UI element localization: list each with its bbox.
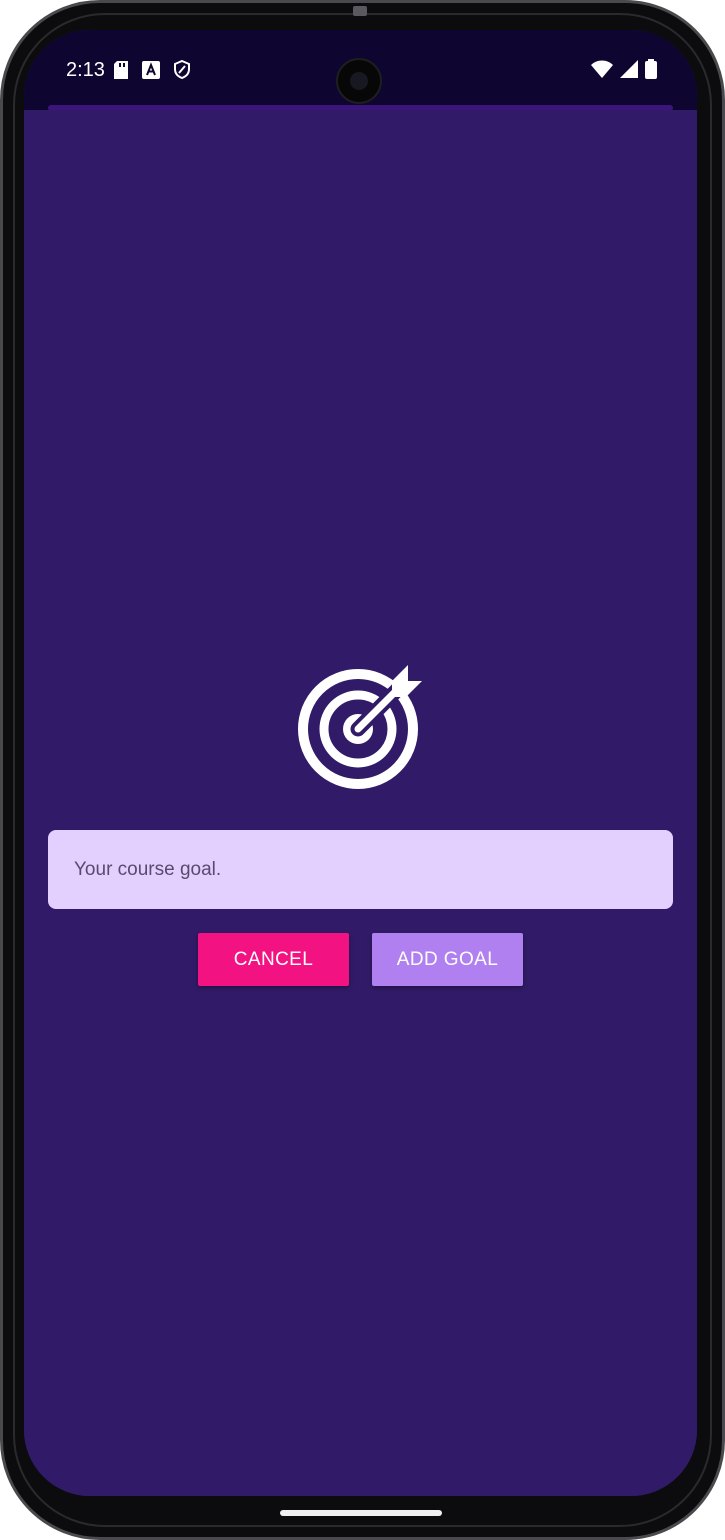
battery-icon xyxy=(645,59,657,84)
front-camera xyxy=(336,58,382,104)
sd-card-icon xyxy=(114,60,128,84)
text-a-icon xyxy=(142,60,160,84)
shield-icon xyxy=(174,59,190,84)
status-right-icons xyxy=(591,59,657,84)
home-indicator[interactable] xyxy=(280,1510,442,1516)
screen: 2:13 Your course goal. CANCEL ADD GOAL xyxy=(24,30,697,1496)
phone-frame: 2:13 Your course goal. CANCEL ADD GOAL xyxy=(0,0,725,1540)
speaker-notch xyxy=(353,6,367,16)
status-bar: 2:13 xyxy=(24,30,697,110)
status-time: 2:13 xyxy=(66,59,105,81)
target-icon xyxy=(298,665,422,789)
goal-input[interactable] xyxy=(48,830,673,909)
cellular-signal-icon xyxy=(620,60,638,83)
cancel-button[interactable]: CANCEL xyxy=(198,933,349,986)
wifi-icon xyxy=(591,60,613,83)
status-left-icons xyxy=(114,59,190,84)
goal-input-modal xyxy=(24,110,697,1496)
add-goal-button[interactable]: ADD GOAL xyxy=(372,933,523,986)
